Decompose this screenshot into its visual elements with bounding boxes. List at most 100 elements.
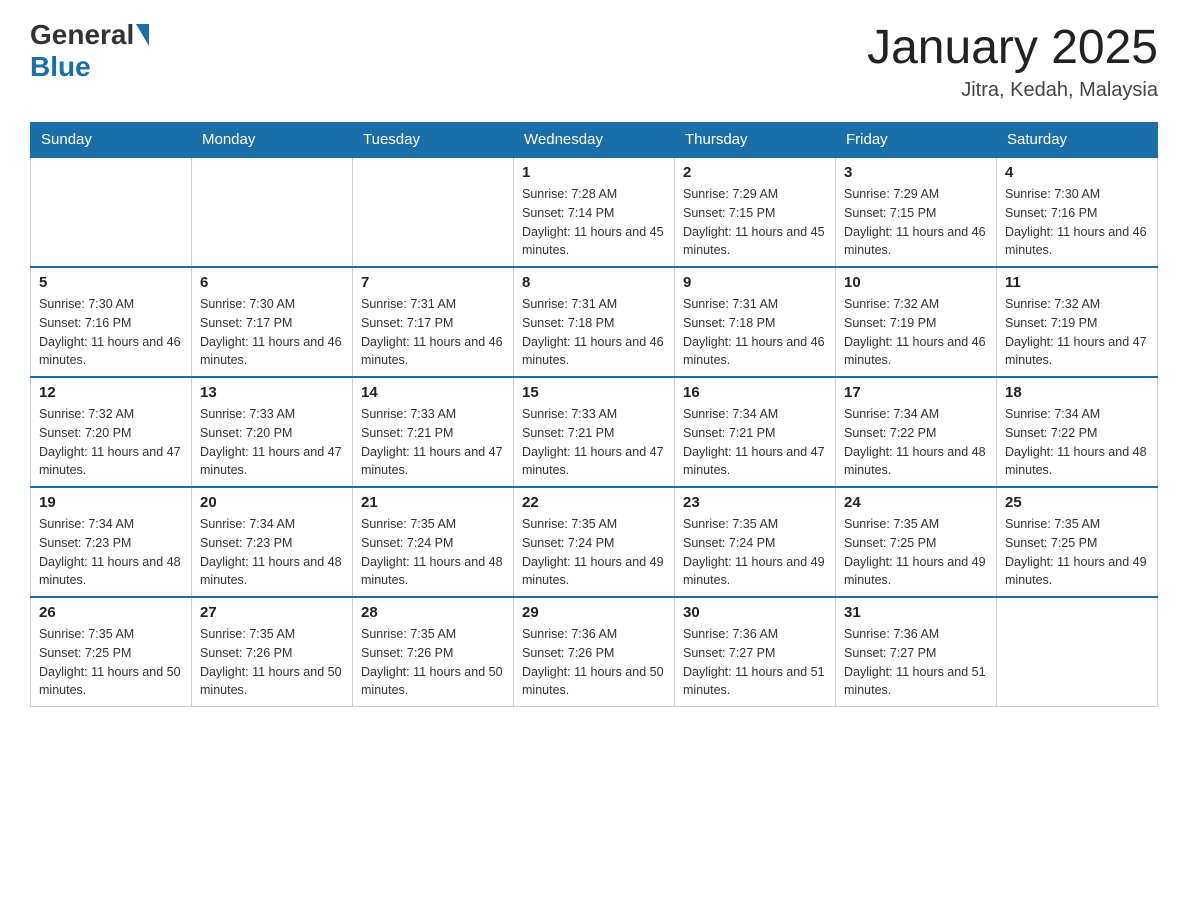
day-number: 24 (844, 494, 988, 511)
calendar-cell: 22 Sunrise: 7:35 AMSunset: 7:24 PMDayligh… (514, 487, 675, 597)
day-number: 22 (522, 494, 666, 511)
day-number: 6 (200, 274, 344, 291)
day-number: 19 (39, 494, 183, 511)
day-info: Sunrise: 7:34 AMSunset: 7:22 PMDaylight:… (1005, 405, 1149, 480)
day-info: Sunrise: 7:35 AMSunset: 7:26 PMDaylight:… (361, 625, 505, 700)
calendar-header-row: SundayMondayTuesdayWednesdayThursdayFrid… (31, 123, 1158, 158)
calendar-cell: 25 Sunrise: 7:35 AMSunset: 7:25 PMDayligh… (997, 487, 1158, 597)
calendar-cell: 30Sunrise: 7:36 AMSunset: 7:27 PMDayligh… (675, 597, 836, 707)
day-number: 9 (683, 274, 827, 291)
day-header-friday: Friday (836, 123, 997, 158)
day-number: 13 (200, 384, 344, 401)
calendar-cell: 28 Sunrise: 7:35 AMSunset: 7:26 PMDayligh… (353, 597, 514, 707)
week-row-5: 26Sunrise: 7:35 AMSunset: 7:25 PMDayligh… (31, 597, 1158, 707)
day-number: 28 (361, 604, 505, 621)
day-number: 5 (39, 274, 183, 291)
day-info: Sunrise: 7:30 AMSunset: 7:17 PMDaylight:… (200, 295, 344, 370)
calendar-cell: 14Sunrise: 7:33 AMSunset: 7:21 PMDayligh… (353, 377, 514, 487)
calendar-cell: 12 Sunrise: 7:32 AMSunset: 7:20 PMDayligh… (31, 377, 192, 487)
day-info: Sunrise: 7:36 AMSunset: 7:27 PMDaylight:… (844, 625, 988, 700)
calendar-cell: 15Sunrise: 7:33 AMSunset: 7:21 PMDayligh… (514, 377, 675, 487)
day-info: Sunrise: 7:35 AMSunset: 7:25 PMDaylight:… (39, 625, 183, 700)
day-number: 27 (200, 604, 344, 621)
day-info: Sunrise: 7:30 AMSunset: 7:16 PMDaylight:… (39, 295, 183, 370)
logo-blue-part: Blue (30, 51, 91, 82)
week-row-1: 1 Sunrise: 7:28 AMSunset: 7:14 PMDaylight… (31, 157, 1158, 267)
calendar-cell: 31 Sunrise: 7:36 AMSunset: 7:27 PMDayligh… (836, 597, 997, 707)
calendar-cell: 2Sunrise: 7:29 AMSunset: 7:15 PMDaylight… (675, 157, 836, 267)
calendar-subtitle: Jitra, Kedah, Malaysia (867, 79, 1158, 102)
week-row-3: 12 Sunrise: 7:32 AMSunset: 7:20 PMDayligh… (31, 377, 1158, 487)
day-info: Sunrise: 7:33 AMSunset: 7:21 PMDaylight:… (522, 405, 666, 480)
week-row-2: 5 Sunrise: 7:30 AMSunset: 7:16 PMDaylight… (31, 267, 1158, 377)
day-info: Sunrise: 7:29 AMSunset: 7:15 PMDaylight:… (683, 185, 827, 260)
week-row-4: 19 Sunrise: 7:34 AMSunset: 7:23 PMDayligh… (31, 487, 1158, 597)
calendar-table: SundayMondayTuesdayWednesdayThursdayFrid… (30, 122, 1158, 707)
day-info: Sunrise: 7:35 AMSunset: 7:25 PMDaylight:… (1005, 515, 1149, 590)
calendar-cell: 8Sunrise: 7:31 AMSunset: 7:18 PMDaylight… (514, 267, 675, 377)
day-number: 25 (1005, 494, 1149, 511)
day-header-saturday: Saturday (997, 123, 1158, 158)
calendar-cell: 20Sunrise: 7:34 AMSunset: 7:23 PMDayligh… (192, 487, 353, 597)
day-info: Sunrise: 7:35 AMSunset: 7:24 PMDaylight:… (522, 515, 666, 590)
day-number: 7 (361, 274, 505, 291)
calendar-cell: 10 Sunrise: 7:32 AMSunset: 7:19 PMDayligh… (836, 267, 997, 377)
day-number: 8 (522, 274, 666, 291)
calendar-cell: 17 Sunrise: 7:34 AMSunset: 7:22 PMDayligh… (836, 377, 997, 487)
logo: General Blue (30, 20, 150, 83)
day-number: 3 (844, 164, 988, 181)
calendar-cell: 1 Sunrise: 7:28 AMSunset: 7:14 PMDaylight… (514, 157, 675, 267)
calendar-cell: 9Sunrise: 7:31 AMSunset: 7:18 PMDaylight… (675, 267, 836, 377)
day-info: Sunrise: 7:34 AMSunset: 7:23 PMDaylight:… (39, 515, 183, 590)
calendar-cell (31, 157, 192, 267)
calendar-cell: 24 Sunrise: 7:35 AMSunset: 7:25 PMDayligh… (836, 487, 997, 597)
day-number: 17 (844, 384, 988, 401)
day-info: Sunrise: 7:35 AMSunset: 7:24 PMDaylight:… (683, 515, 827, 590)
day-number: 14 (361, 384, 505, 401)
calendar-cell: 27Sunrise: 7:35 AMSunset: 7:26 PMDayligh… (192, 597, 353, 707)
day-info: Sunrise: 7:32 AMSunset: 7:19 PMDaylight:… (844, 295, 988, 370)
calendar-cell: 13Sunrise: 7:33 AMSunset: 7:20 PMDayligh… (192, 377, 353, 487)
calendar-cell: 21 Sunrise: 7:35 AMSunset: 7:24 PMDayligh… (353, 487, 514, 597)
calendar-cell (353, 157, 514, 267)
calendar-cell: 3 Sunrise: 7:29 AMSunset: 7:15 PMDaylight… (836, 157, 997, 267)
day-info: Sunrise: 7:31 AMSunset: 7:17 PMDaylight:… (361, 295, 505, 370)
day-info: Sunrise: 7:35 AMSunset: 7:24 PMDaylight:… (361, 515, 505, 590)
day-info: Sunrise: 7:32 AMSunset: 7:19 PMDaylight:… (1005, 295, 1149, 370)
calendar-cell: 7 Sunrise: 7:31 AMSunset: 7:17 PMDaylight… (353, 267, 514, 377)
day-number: 23 (683, 494, 827, 511)
day-info: Sunrise: 7:32 AMSunset: 7:20 PMDaylight:… (39, 405, 183, 480)
calendar-title: January 2025 (867, 20, 1158, 75)
day-number: 10 (844, 274, 988, 291)
day-header-monday: Monday (192, 123, 353, 158)
calendar-cell: 29Sunrise: 7:36 AMSunset: 7:26 PMDayligh… (514, 597, 675, 707)
day-info: Sunrise: 7:28 AMSunset: 7:14 PMDaylight:… (522, 185, 666, 260)
calendar-cell: 23 Sunrise: 7:35 AMSunset: 7:24 PMDayligh… (675, 487, 836, 597)
calendar-cell: 18 Sunrise: 7:34 AMSunset: 7:22 PMDayligh… (997, 377, 1158, 487)
day-number: 21 (361, 494, 505, 511)
day-header-sunday: Sunday (31, 123, 192, 158)
calendar-cell: 4 Sunrise: 7:30 AMSunset: 7:16 PMDaylight… (997, 157, 1158, 267)
day-number: 18 (1005, 384, 1149, 401)
day-info: Sunrise: 7:36 AMSunset: 7:27 PMDaylight:… (683, 625, 827, 700)
calendar-cell: 19 Sunrise: 7:34 AMSunset: 7:23 PMDayligh… (31, 487, 192, 597)
day-number: 16 (683, 384, 827, 401)
day-number: 4 (1005, 164, 1149, 181)
day-number: 31 (844, 604, 988, 621)
calendar-cell: 11 Sunrise: 7:32 AMSunset: 7:19 PMDayligh… (997, 267, 1158, 377)
day-number: 20 (200, 494, 344, 511)
day-header-tuesday: Tuesday (353, 123, 514, 158)
day-number: 12 (39, 384, 183, 401)
day-info: Sunrise: 7:30 AMSunset: 7:16 PMDaylight:… (1005, 185, 1149, 260)
day-info: Sunrise: 7:36 AMSunset: 7:26 PMDaylight:… (522, 625, 666, 700)
logo-triangle-icon (136, 24, 149, 46)
day-header-thursday: Thursday (675, 123, 836, 158)
day-info: Sunrise: 7:34 AMSunset: 7:22 PMDaylight:… (844, 405, 988, 480)
day-number: 1 (522, 164, 666, 181)
calendar-cell: 26Sunrise: 7:35 AMSunset: 7:25 PMDayligh… (31, 597, 192, 707)
calendar-cell: 5 Sunrise: 7:30 AMSunset: 7:16 PMDaylight… (31, 267, 192, 377)
day-info: Sunrise: 7:29 AMSunset: 7:15 PMDaylight:… (844, 185, 988, 260)
day-info: Sunrise: 7:35 AMSunset: 7:25 PMDaylight:… (844, 515, 988, 590)
day-number: 11 (1005, 274, 1149, 291)
page-header: General Blue January 2025 Jitra, Kedah, … (30, 20, 1158, 102)
